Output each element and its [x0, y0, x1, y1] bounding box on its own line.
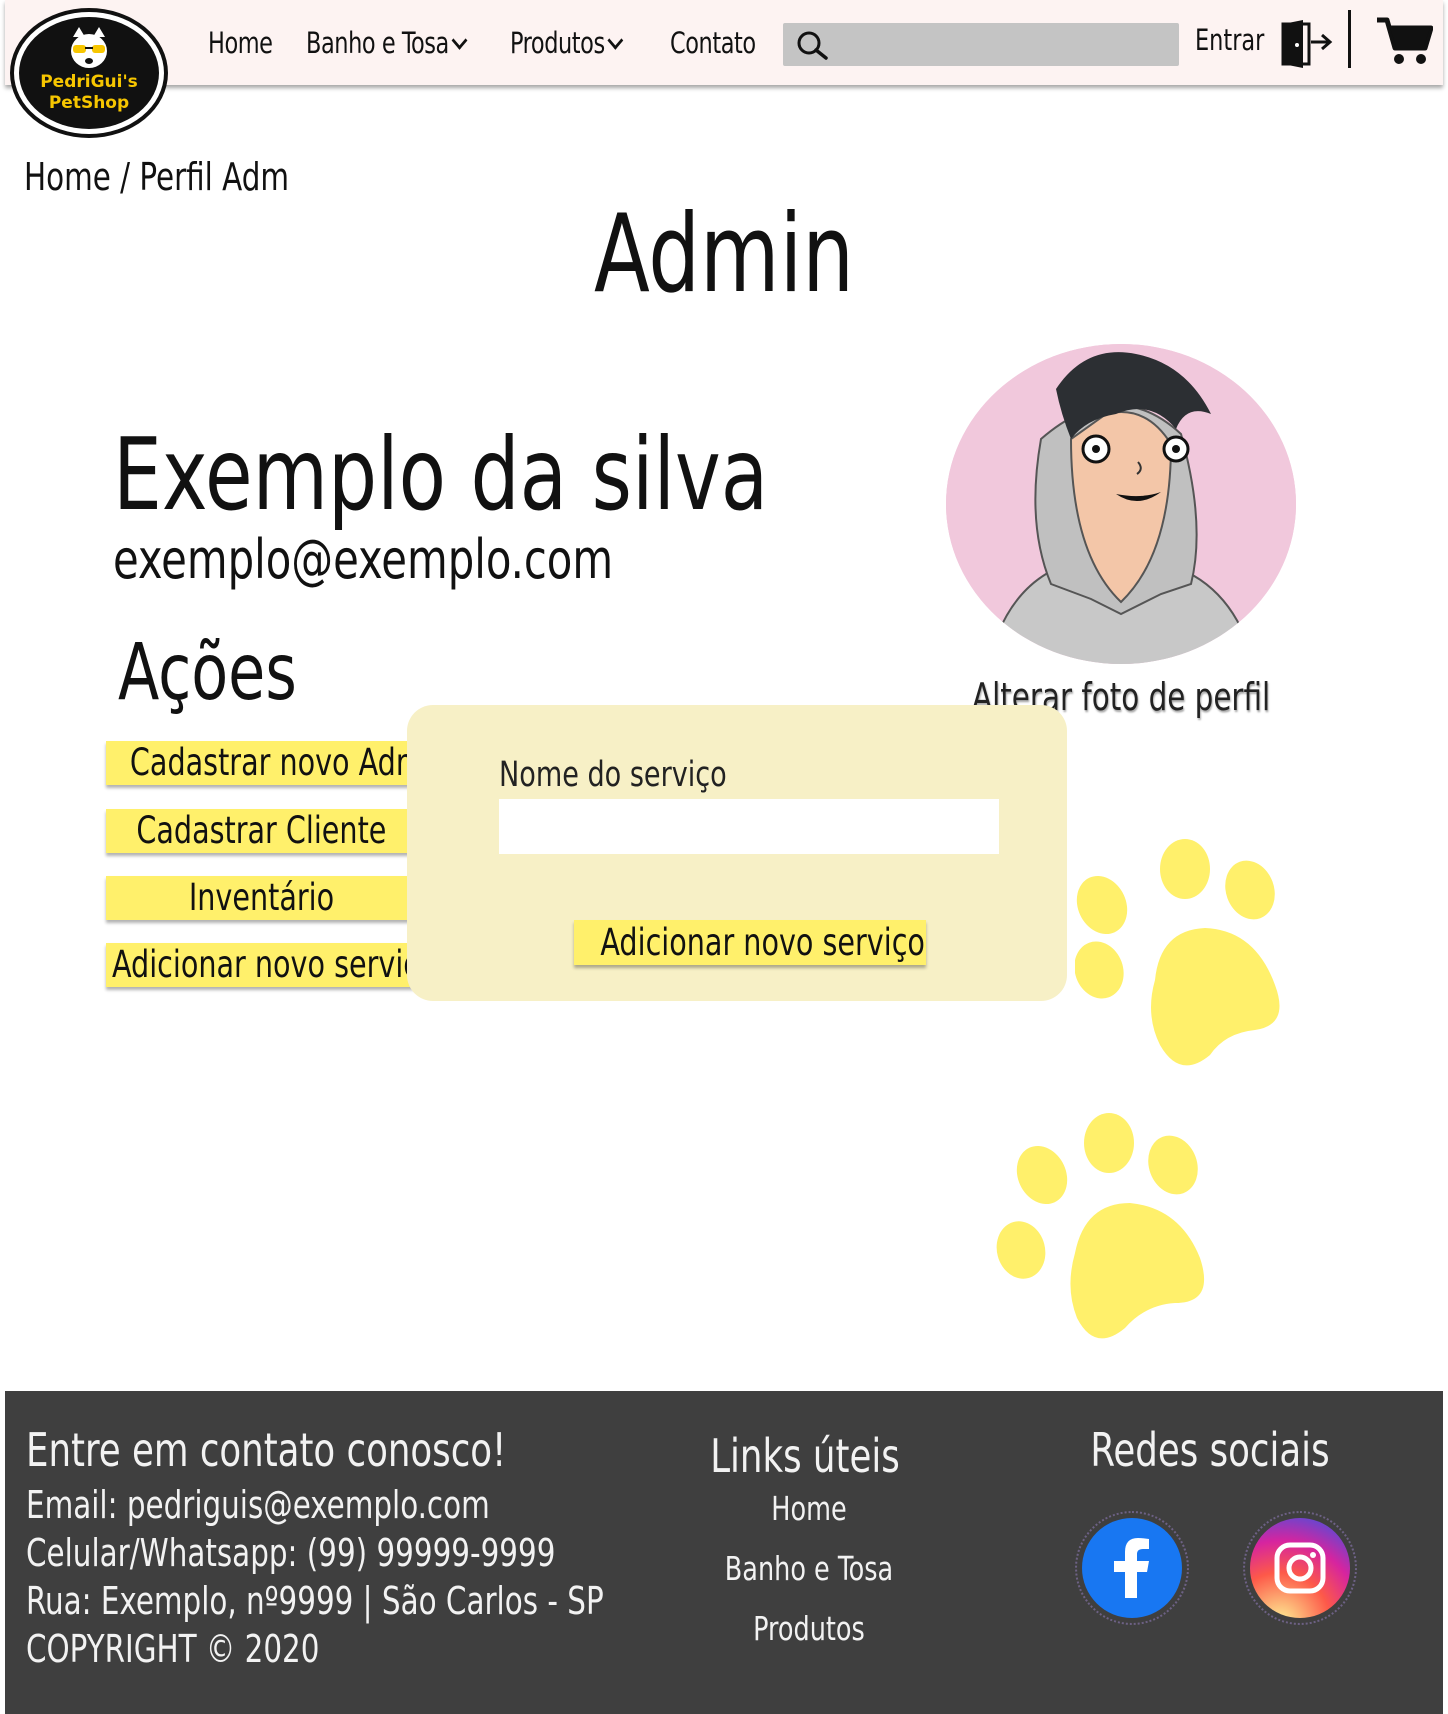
- add-service-modal: Nome do serviço Adicionar novo serviço: [407, 705, 1067, 1001]
- service-name-label: Nome do serviço: [499, 755, 727, 795]
- submit-service-button[interactable]: Adicionar novo serviço: [574, 920, 926, 965]
- nav-link-contato[interactable]: Contato: [670, 26, 756, 60]
- footer-link-produtos[interactable]: Produtos: [697, 1609, 921, 1648]
- logo-text-line2: PetShop: [48, 93, 130, 113]
- logo[interactable]: PedriGui's PetShop: [10, 8, 168, 138]
- service-name-input[interactable]: [499, 799, 999, 854]
- nav-link-produtos-label: Produtos: [510, 26, 605, 60]
- footer-links-title: Links úteis: [710, 1429, 900, 1483]
- user-email: exemplo@exemplo.com: [113, 528, 614, 591]
- instagram-link[interactable]: [1243, 1511, 1357, 1625]
- register-client-button[interactable]: Cadastrar Cliente: [106, 809, 416, 853]
- inventory-button[interactable]: Inventário: [106, 876, 416, 920]
- logo-badge: PedriGui's PetShop: [19, 17, 159, 129]
- nav-link-banho-tosa-label: Banho e Tosa: [306, 26, 449, 60]
- register-client-button-label: Cadastrar Cliente: [135, 809, 387, 852]
- logo-text-line1: PedriGui's: [40, 72, 138, 92]
- instagram-glyph: [1274, 1542, 1326, 1594]
- chevron-down-icon: [451, 31, 468, 50]
- user-name: Exemplo da silva: [113, 416, 769, 533]
- footer-phone: Celular/Whatsapp: (99) 99999-9999: [26, 1531, 556, 1575]
- facebook-icon: [1082, 1518, 1182, 1618]
- search-icon[interactable]: [795, 30, 829, 60]
- nav-link-home[interactable]: Home: [208, 26, 273, 60]
- footer-copyright: COPYRIGHT © 2020: [26, 1627, 320, 1671]
- facebook-link[interactable]: [1075, 1511, 1189, 1625]
- chevron-down-icon: [607, 31, 624, 50]
- nav-link-banho-tosa[interactable]: Banho e Tosa: [306, 26, 468, 60]
- inventory-button-label: Inventário: [188, 876, 334, 919]
- page-title: Admin: [594, 192, 854, 317]
- door-exit-icon[interactable]: [1279, 20, 1334, 68]
- navbar: Home Banho e Tosa Produtos Contato Entra…: [5, 0, 1443, 85]
- add-service-button[interactable]: Adicionar novo serviço: [106, 943, 416, 987]
- paw-icon: [996, 1113, 1205, 1339]
- footer-contact-title: Entre em contato conosco!: [26, 1423, 507, 1477]
- instagram-icon: [1250, 1518, 1350, 1618]
- cart-icon[interactable]: [1375, 16, 1433, 66]
- footer-social-title: Redes sociais: [1090, 1423, 1330, 1477]
- search-input[interactable]: [835, 23, 1171, 66]
- nav-divider: [1348, 10, 1351, 68]
- register-admin-button-label: Cadastrar novo Adm: [129, 741, 416, 784]
- login-link[interactable]: Entrar: [1195, 23, 1264, 57]
- register-admin-button[interactable]: Cadastrar novo Adm: [106, 741, 416, 785]
- actions-title: Ações: [118, 628, 297, 718]
- footer-address: Rua: Exemplo, nº9999 | São Carlos - SP: [26, 1579, 604, 1623]
- footer-link-home[interactable]: Home: [697, 1489, 921, 1528]
- paw-icon: [1075, 839, 1280, 1066]
- add-service-button-label: Adicionar novo serviço: [112, 943, 416, 986]
- footer: Entre em contato conosco! Email: pedrigu…: [5, 1391, 1443, 1714]
- avatar[interactable]: [946, 344, 1296, 664]
- dog-icon: [71, 27, 107, 68]
- search-bar: [783, 23, 1179, 66]
- footer-link-banho-tosa[interactable]: Banho e Tosa: [697, 1549, 921, 1588]
- facebook-f-glyph: [1114, 1538, 1149, 1598]
- avatar-illustration: [946, 344, 1296, 664]
- submit-service-button-label: Adicionar novo serviço: [600, 921, 925, 964]
- footer-email: Email: pedriguis@exemplo.com: [26, 1483, 490, 1527]
- nav-link-produtos[interactable]: Produtos: [510, 26, 624, 60]
